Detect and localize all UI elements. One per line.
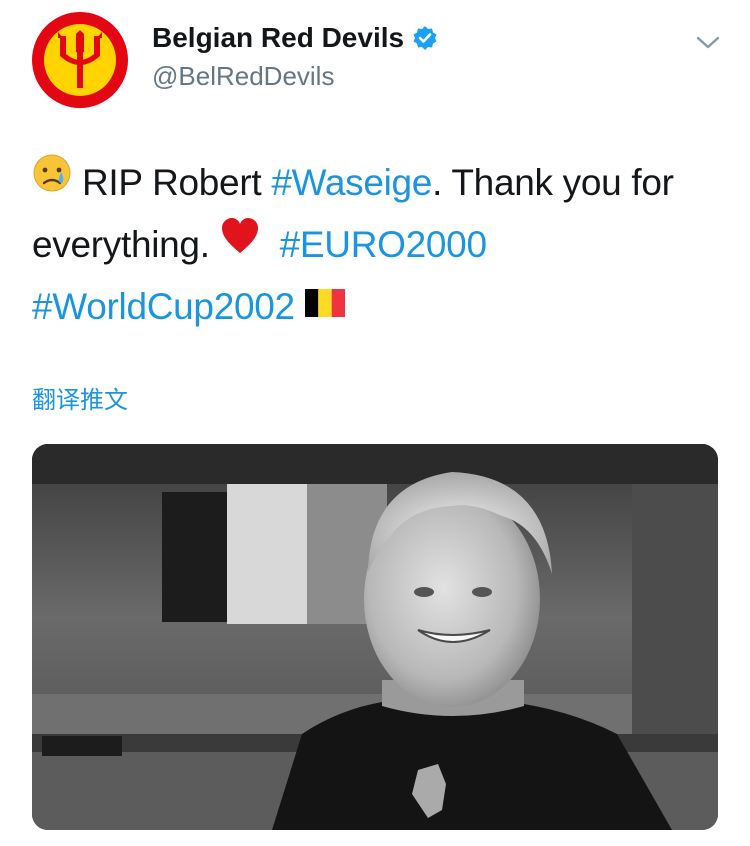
hashtag-euro2000[interactable]: #EURO2000	[280, 224, 487, 265]
display-name-row: Belgian Red Devils	[152, 20, 438, 56]
red-heart-icon	[220, 212, 260, 274]
handle[interactable]: @BelRedDevils	[152, 58, 438, 94]
tweet-text-part1: RIP Robert	[81, 162, 272, 203]
tweet-header: Belgian Red Devils @BelRedDevils	[0, 0, 750, 120]
translate-tweet-link[interactable]: 翻译推文	[32, 380, 128, 415]
author-names: Belgian Red Devils @BelRedDevils	[152, 20, 438, 94]
trident-logo-icon	[44, 24, 116, 96]
avatar[interactable]	[32, 12, 128, 108]
tweet-text: RIP Robert #Waseige. Thank you for every…	[32, 152, 722, 338]
crying-face-icon	[32, 150, 72, 212]
belgium-flag-icon	[304, 274, 345, 336]
hashtag-waseige[interactable]: #Waseige	[271, 162, 432, 203]
display-name[interactable]: Belgian Red Devils	[152, 20, 404, 56]
coach-photo-icon	[32, 444, 718, 830]
hashtag-worldcup2002[interactable]: #WorldCup2002	[32, 286, 295, 327]
chevron-down-icon[interactable]	[694, 28, 722, 56]
tweet-media-photo[interactable]	[32, 444, 718, 830]
verified-badge-icon	[412, 25, 438, 51]
